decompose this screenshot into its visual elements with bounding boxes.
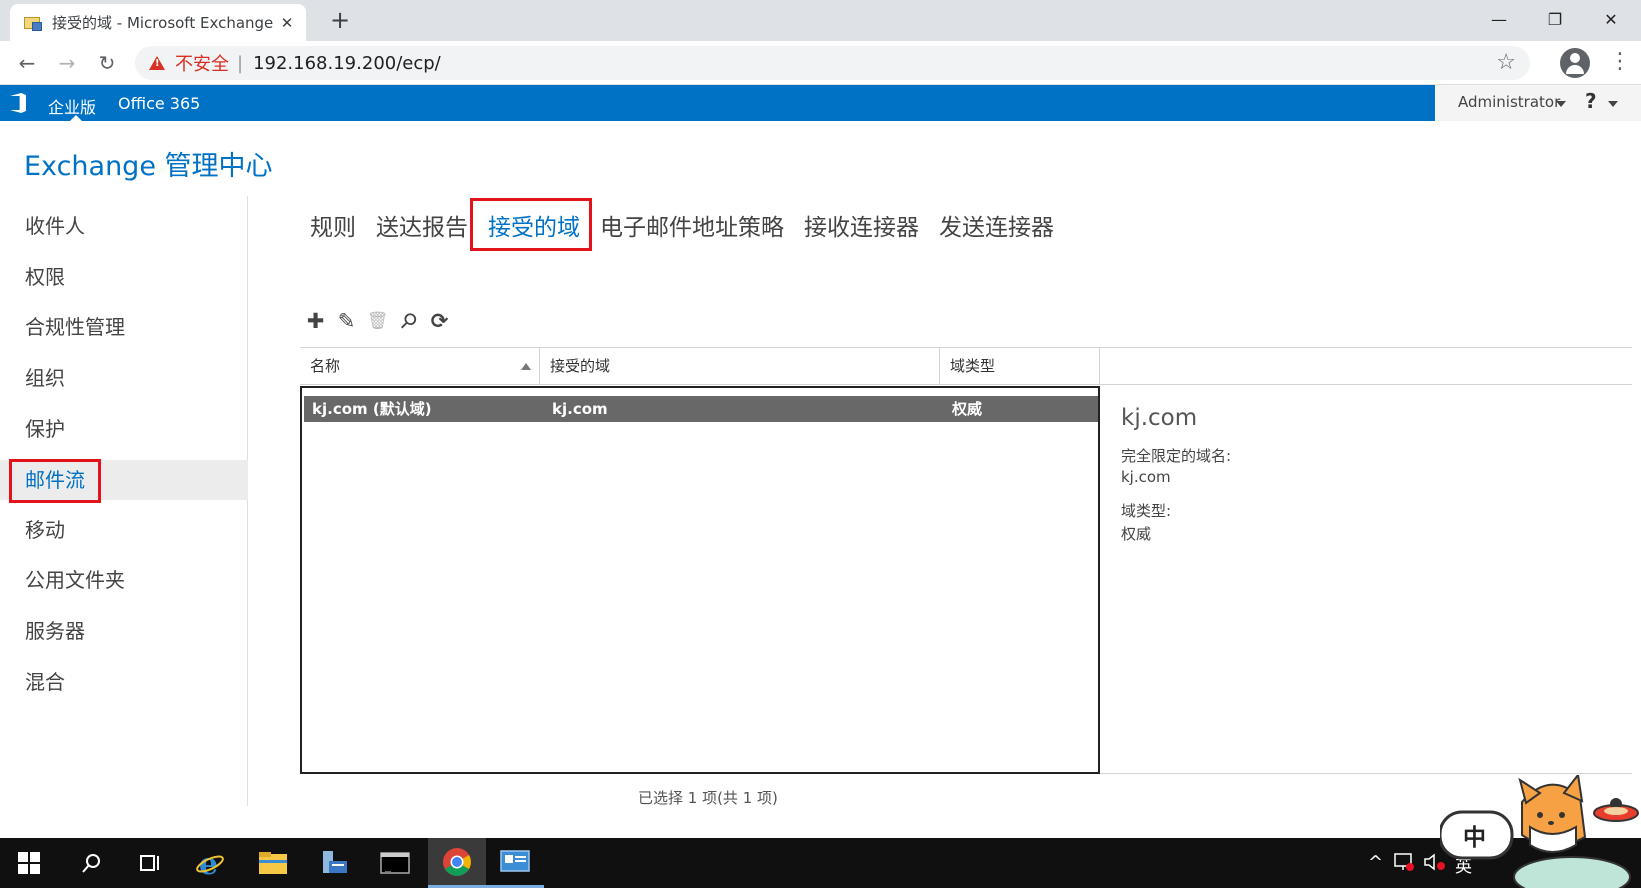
account-icon[interactable] <box>1560 48 1590 78</box>
user-menu[interactable]: Administrator <box>1458 93 1560 111</box>
warning-icon <box>149 56 165 70</box>
search-icon <box>82 854 100 873</box>
office-header: 企业版 Office 365 Administrator ? <box>0 85 1641 121</box>
fqdn-label: 完全限定的域名: <box>1121 447 1232 465</box>
tab-receive-connectors[interactable]: 接收连接器 <box>804 208 919 242</box>
edit-icon[interactable]: ✎ <box>331 309 362 333</box>
new-tab-button[interactable]: + <box>326 6 354 34</box>
browser-tab[interactable]: 接受的域 - Microsoft Exchange ✕ <box>10 4 306 41</box>
nav-item-recipients[interactable]: 收件人 <box>0 206 248 246</box>
svg-text:_: _ <box>385 861 392 872</box>
tab-rules[interactable]: 规则 <box>310 208 356 242</box>
tab-title: 接受的域 - Microsoft Exchange <box>52 14 274 32</box>
taskbar-ie[interactable]: e <box>181 838 239 888</box>
grid-header: 名称 接受的域 域类型 <box>300 347 1632 385</box>
table-row[interactable]: kj.com (默认域) kj.com 权威 <box>304 396 1098 422</box>
server-manager-icon <box>323 851 347 873</box>
fqdn-value: kj.com <box>1121 468 1171 486</box>
url-separator: | <box>237 52 244 74</box>
bookmark-star-icon[interactable]: ☆ <box>1496 50 1516 75</box>
nav-item-compliance[interactable]: 合规性管理 <box>0 307 248 347</box>
search-button[interactable] <box>62 838 120 888</box>
column-header-label: 名称 <box>310 357 341 375</box>
column-header-domain[interactable]: 接受的域 <box>540 348 940 385</box>
internet-explorer-icon: e <box>196 848 224 878</box>
taskbar-terminal[interactable]: _ <box>366 838 424 888</box>
taskbar-explorer[interactable] <box>244 838 302 888</box>
column-header-name[interactable]: 名称 <box>300 348 540 385</box>
browser-tabstrip: 接受的域 - Microsoft Exchange ✕ + — ❐ ✕ <box>0 0 1641 41</box>
back-button[interactable]: ← <box>13 50 41 76</box>
exchange-favicon-icon <box>24 15 42 31</box>
nav-item-permissions[interactable]: 权限 <box>0 257 248 297</box>
help-button[interactable]: ? <box>1585 89 1597 113</box>
mascot-sticker-label: 中 <box>1463 825 1486 851</box>
nav-highlight-box <box>9 459 101 503</box>
taskbar: e _ ^ 英 <box>0 838 1641 888</box>
tab-email-address-policies[interactable]: 电子邮件地址策略 <box>600 208 784 242</box>
nav-item-servers[interactable]: 服务器 <box>0 611 248 651</box>
folder-icon <box>259 852 287 874</box>
refresh-icon[interactable]: ⟳ <box>424 309 455 333</box>
column-header-type[interactable]: 域类型 <box>940 348 1100 385</box>
minimize-button[interactable]: — <box>1471 0 1527 38</box>
windows-logo-icon <box>18 852 40 874</box>
insecure-label[interactable]: 不安全 <box>175 50 229 76</box>
control-panel-icon <box>500 849 530 872</box>
address-bar[interactable]: 不安全 | 192.168.19.200/ecp/ ☆ <box>135 46 1530 80</box>
tab-highlight-box <box>470 198 592 251</box>
domain-type-label: 域类型: <box>1121 502 1172 520</box>
tab-close-icon[interactable]: ✕ <box>278 14 296 32</box>
task-view-button[interactable] <box>121 838 179 888</box>
sort-ascending-icon <box>521 363 531 370</box>
delete-icon[interactable]: 🗑 <box>362 311 393 331</box>
office365-link[interactable]: Office 365 <box>118 94 200 113</box>
terminal-icon: _ <box>380 852 410 874</box>
mailflow-tabs: 规则 送达报告 接受的域 电子邮件地址策略 接收连接器 发送连接器 <box>310 208 1074 242</box>
chevron-down-icon[interactable] <box>1556 101 1566 107</box>
chevron-down-icon[interactable] <box>1608 101 1618 107</box>
office-logo-icon[interactable] <box>10 93 26 113</box>
network-icon[interactable] <box>1393 852 1415 872</box>
cell-type: 权威 <box>952 400 983 418</box>
add-icon[interactable]: ✚ <box>300 309 331 333</box>
taskbar-server-manager[interactable] <box>305 838 363 888</box>
nav-item-hybrid[interactable]: 混合 <box>0 662 248 702</box>
browser-toolbar: ← → ↻ 不安全 | 192.168.19.200/ecp/ ☆ ⋮ <box>0 41 1641 85</box>
page-title: Exchange 管理中心 <box>24 151 273 182</box>
maximize-button[interactable]: ❐ <box>1527 0 1583 38</box>
domain-type-value: 权威 <box>1121 525 1152 543</box>
taskbar-control-panel[interactable] <box>486 838 544 888</box>
details-pane: kj.com 完全限定的域名: kj.com 域类型: 权威 <box>1100 386 1632 774</box>
forward-button[interactable]: → <box>53 50 81 76</box>
nav-item-public-folders[interactable]: 公用文件夹 <box>0 560 248 600</box>
chrome-icon <box>443 847 471 876</box>
action-toolbar: ✚ ✎ 🗑 ⚲ ⟳ <box>300 307 455 335</box>
taskbar-chrome[interactable] <box>428 838 486 888</box>
nav-item-organization[interactable]: 组织 <box>0 358 248 398</box>
nav-item-protection[interactable]: 保护 <box>0 409 248 449</box>
search-icon[interactable]: ⚲ <box>389 302 428 341</box>
cell-domain: kj.com <box>552 400 608 418</box>
tray-chevron-up-icon[interactable]: ^ <box>1368 852 1383 873</box>
url-text[interactable]: 192.168.19.200/ecp/ <box>253 53 441 74</box>
active-caret-icon <box>70 115 82 121</box>
selection-status: 已选择 1 项(共 1 项) <box>638 789 778 807</box>
domain-list: kj.com (默认域) kj.com 权威 <box>300 386 1100 774</box>
details-title: kj.com <box>1121 405 1198 431</box>
office-header-bar: 企业版 Office 365 <box>0 85 1435 121</box>
mascot-sticker-icon: 中 <box>1440 775 1639 888</box>
task-view-icon <box>140 855 159 871</box>
tab-delivery-reports[interactable]: 送达报告 <box>376 208 468 242</box>
start-button[interactable] <box>0 838 58 888</box>
browser-menu-icon[interactable]: ⋮ <box>1609 49 1631 74</box>
close-window-button[interactable]: ✕ <box>1583 0 1639 38</box>
tab-send-connectors[interactable]: 发送连接器 <box>939 208 1054 242</box>
reload-button[interactable]: ↻ <box>93 50 121 76</box>
nav-item-mobile[interactable]: 移动 <box>0 510 248 550</box>
cell-name: kj.com (默认域) <box>312 400 432 418</box>
